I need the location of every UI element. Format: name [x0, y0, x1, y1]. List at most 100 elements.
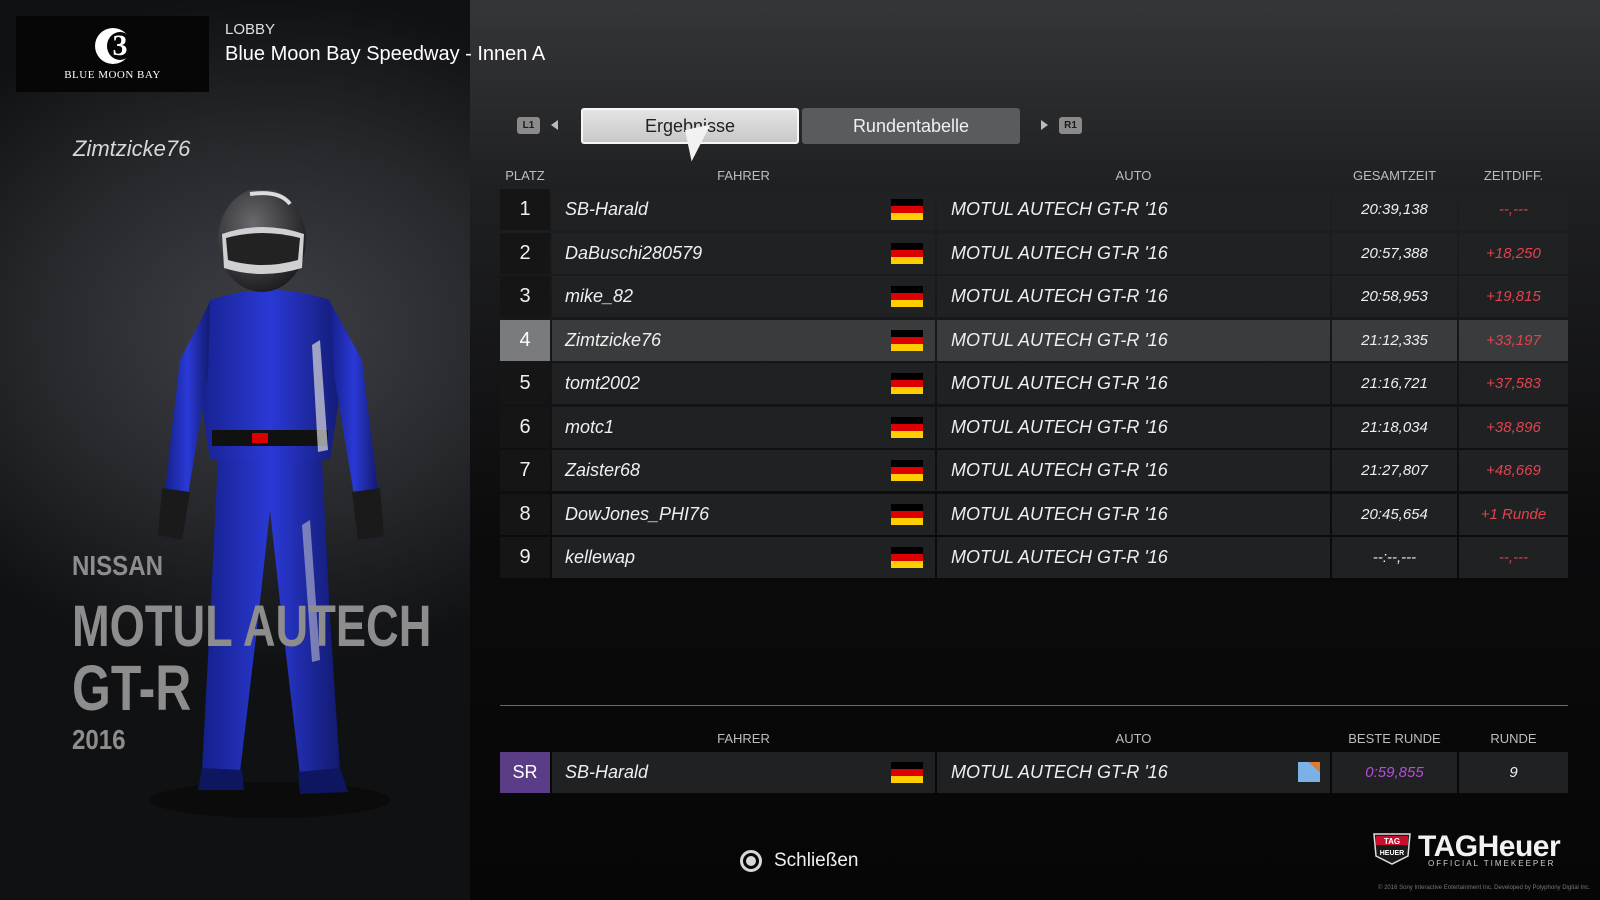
- flag-germany-icon: [891, 503, 923, 525]
- position-cell: 9: [500, 537, 550, 578]
- table-row[interactable]: 9 kellewap MOTUL AUTECH GT-R '16 --:--,--- -…: [500, 537, 1568, 578]
- tab-lap-table[interactable]: Rundentabelle: [802, 108, 1020, 144]
- column-header-total-time: GESAMTZEIT: [1352, 168, 1437, 183]
- driver-name: tomt2002: [565, 373, 641, 393]
- total-time-cell: 21:16,721: [1332, 363, 1457, 404]
- close-button[interactable]: Schließen: [740, 849, 859, 873]
- driver-cell: kellewap: [552, 537, 935, 578]
- tab-bar: L1 Ergebnisse Rundentabelle R1: [517, 108, 1087, 144]
- svg-text:TAG: TAG: [1384, 837, 1400, 846]
- arrow-left-icon: [551, 120, 558, 130]
- l1-button-icon[interactable]: L1: [517, 117, 540, 134]
- driver-name: Zimtzicke76: [565, 329, 662, 350]
- driver-avatar: [150, 190, 390, 818]
- track-logo: 3 BLUE MOON BAY: [16, 16, 209, 92]
- driver-cell: DowJones_PHI76: [552, 493, 935, 535]
- table-row[interactable]: 1 SB-Harald MOTUL AUTECH GT-R '16 20:39,138…: [500, 189, 1568, 230]
- driver-cell: SB-Harald: [552, 189, 935, 230]
- blue-moon-logo-icon: 3: [94, 27, 133, 64]
- position-cell: 3: [500, 276, 550, 317]
- best-lap-header-car: AUTO: [1115, 731, 1152, 746]
- total-time-cell: 21:18,034: [1332, 406, 1457, 448]
- total-time-cell: 20:45,654: [1332, 493, 1457, 535]
- car-cell: MOTUL AUTECH GT-R '16: [937, 319, 1330, 361]
- time-diff-cell: +48,669: [1459, 450, 1568, 491]
- driver-cell: DaBuschi280579: [552, 232, 935, 274]
- flag-germany-icon: [891, 199, 923, 220]
- position-cell: 2: [500, 232, 550, 274]
- driver-name: DowJones_PHI76: [565, 503, 710, 524]
- table-row[interactable]: 3 mike_82 MOTUL AUTECH GT-R '16 20:58,953 +1…: [500, 276, 1568, 317]
- track-title: Blue Moon Bay Speedway - Innen A: [225, 43, 546, 65]
- driver-name: Zaister68: [565, 460, 641, 480]
- driver-name: SB-Harald: [565, 199, 649, 219]
- total-time-cell: 21:12,335: [1332, 319, 1457, 361]
- driver-cell: Zaister68: [552, 450, 935, 491]
- driver-name: kellewap: [565, 547, 636, 567]
- best-lap-car-name: MOTUL AUTECH GT-R '16: [951, 762, 1168, 782]
- position-cell: 8: [500, 493, 550, 535]
- total-time-cell: 20:57,388: [1332, 232, 1457, 274]
- flag-germany-icon: [891, 373, 923, 394]
- position-cell: 5: [500, 363, 550, 404]
- time-diff-cell: +1 Runde: [1459, 493, 1568, 535]
- flag-germany-icon: [891, 416, 923, 438]
- driver-cell: Zimtzicke76: [552, 319, 935, 361]
- total-time-cell: 21:27,807: [1332, 450, 1457, 491]
- best-lap-badge: SR: [500, 752, 550, 793]
- time-diff-cell: --,---: [1459, 537, 1568, 578]
- driver-cell: motc1: [552, 406, 935, 448]
- car-cell: MOTUL AUTECH GT-R '16: [937, 493, 1330, 535]
- close-label: Schließen: [774, 850, 859, 871]
- column-header-position: PLATZ: [505, 168, 545, 183]
- driver-cell: tomt2002: [552, 363, 935, 404]
- driver-name: DaBuschi280579: [565, 242, 703, 263]
- time-diff-cell: +19,815: [1459, 276, 1568, 317]
- best-lap-driver-name: SB-Harald: [565, 762, 649, 782]
- position-cell: 1: [500, 189, 550, 230]
- best-lap-header-driver: FAHRER: [717, 731, 770, 746]
- position-cell: 4: [500, 319, 550, 361]
- time-diff-cell: --,---: [1459, 189, 1568, 230]
- table-row[interactable]: 8 DowJones_PHI76 MOTUL AUTECH GT-R '16 20:4…: [500, 493, 1568, 535]
- time-diff-cell: +38,896: [1459, 406, 1568, 448]
- car-model-suffix: GT-R: [72, 652, 192, 724]
- best-lap-number: 9: [1459, 752, 1568, 793]
- table-row[interactable]: 7 Zaister68 MOTUL AUTECH GT-R '16 21:27,807…: [500, 450, 1568, 491]
- tag-heuer-shield-icon: TAG HEUER: [1373, 833, 1411, 865]
- table-row[interactable]: 5 tomt2002 MOTUL AUTECH GT-R '16 21:16,721 +…: [500, 363, 1568, 404]
- table-row[interactable]: 4 Zimtzicke76 MOTUL AUTECH GT-R '16 21:12,3…: [500, 319, 1568, 361]
- driver-cell: mike_82: [552, 276, 935, 317]
- total-time-cell: --:--,---: [1332, 537, 1457, 578]
- car-model: MOTUL AUTECH: [72, 594, 432, 659]
- car-cell: MOTUL AUTECH GT-R '16: [937, 537, 1330, 578]
- driver-name: motc1: [565, 416, 615, 437]
- flag-germany-icon: [891, 286, 923, 307]
- flag-germany-icon: [891, 460, 923, 481]
- circle-button-icon: [740, 850, 762, 872]
- total-time-cell: 20:39,138: [1332, 189, 1457, 230]
- flag-germany-icon: [891, 762, 923, 783]
- sponsor-subtitle: OFFICIAL TIMEKEEPER: [1428, 859, 1556, 868]
- total-time-cell: 20:58,953: [1332, 276, 1457, 317]
- best-lap-car: MOTUL AUTECH GT-R '16: [937, 752, 1330, 793]
- column-header-time-diff: ZEITDIFF.: [1483, 168, 1544, 183]
- best-lap-time: 0:59,855: [1332, 752, 1457, 793]
- time-diff-cell: +37,583: [1459, 363, 1568, 404]
- flag-germany-icon: [891, 547, 923, 568]
- r1-button-icon[interactable]: R1: [1059, 117, 1082, 134]
- driver-name: mike_82: [565, 286, 634, 306]
- time-diff-cell: +18,250: [1459, 232, 1568, 274]
- car-cell: MOTUL AUTECH GT-R '16: [937, 363, 1330, 404]
- best-lap-driver: SB-Harald: [552, 752, 935, 793]
- section-label: LOBBY: [225, 21, 276, 38]
- svg-text:HEUER: HEUER: [1380, 850, 1405, 857]
- best-lap-row[interactable]: SR SB-Harald MOTUL AUTECH GT-R '16 0:59,…: [500, 752, 1568, 793]
- copyright-text: © 2016 Sony Interactive Entertainment In…: [1378, 885, 1591, 891]
- table-row[interactable]: 2 DaBuschi280579 MOTUL AUTECH GT-R '16 20:5…: [500, 232, 1568, 274]
- time-diff-cell: +33,197: [1459, 319, 1568, 361]
- car-year: 2016: [72, 724, 126, 755]
- player-name: Zimtzicke76: [73, 136, 191, 161]
- column-header-car: AUTO: [1115, 168, 1152, 183]
- table-row[interactable]: 6 motc1 MOTUL AUTECH GT-R '16 21:18,034 +38,…: [500, 406, 1568, 448]
